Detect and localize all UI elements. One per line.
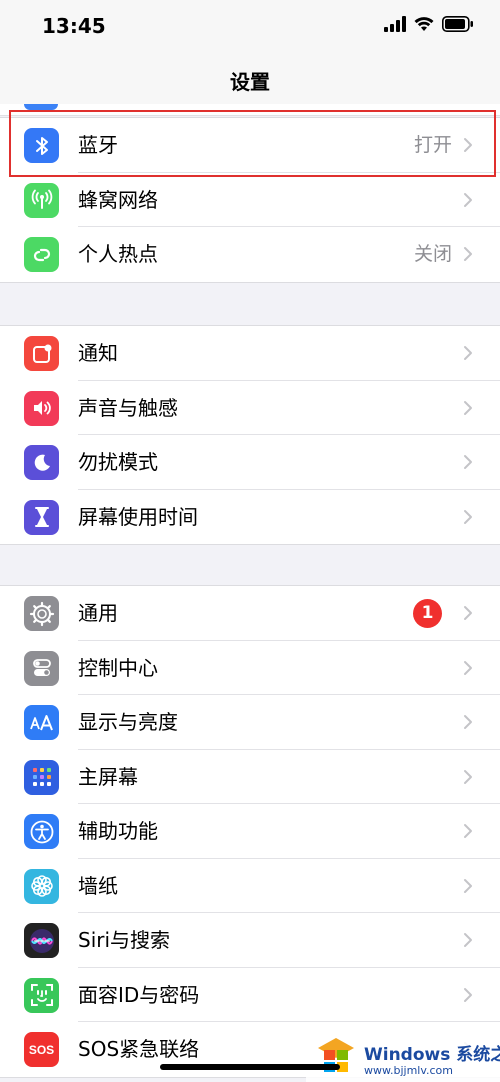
- windows-logo-icon: [318, 1038, 354, 1072]
- settings-item-value: 打开: [413, 134, 452, 156]
- settings-item-label: 墙纸: [78, 873, 118, 898]
- settings-item-general[interactable]: 通用 1: [0, 586, 500, 641]
- chevron-right-icon: [464, 933, 472, 947]
- chevron-right-icon: [464, 346, 472, 360]
- watermark-title: Windows 系统之家: [364, 1045, 500, 1065]
- toggles-icon: [24, 650, 59, 686]
- settings-group-connectivity: 蓝牙 打开 蜂窝网络 个人热点 关闭: [0, 117, 500, 283]
- status-time: 13:45: [42, 14, 106, 38]
- settings-group-notifications: 通知 声音与触感 勿扰模式 屏幕使用时间: [0, 325, 500, 545]
- settings-item-label: 面容ID与密码: [78, 982, 200, 1007]
- settings-item-screen-time[interactable]: 屏幕使用时间: [0, 490, 500, 545]
- settings-item-value: 关闭: [413, 243, 452, 265]
- sos-icon: SOS: [24, 1032, 59, 1067]
- settings-group-general: 通用 1 控制中心 显示与亮度 主屏幕 辅助功能 墙纸 Siri与搜索 面容ID…: [0, 585, 500, 1078]
- status-bar: 13:45: [0, 0, 500, 54]
- settings-item-siri[interactable]: Siri与搜索: [0, 913, 500, 968]
- notifications-icon: [24, 336, 59, 371]
- settings-item-control-center[interactable]: 控制中心: [0, 641, 500, 695]
- notification-badge: 1: [413, 599, 442, 628]
- settings-item-label: 屏幕使用时间: [78, 504, 198, 529]
- home-screen-icon: [24, 759, 59, 795]
- settings-item-label: 蜂窝网络: [78, 187, 158, 212]
- settings-item-accessibility[interactable]: 辅助功能: [0, 804, 500, 859]
- partial-list-item[interactable]: [0, 104, 500, 116]
- bluetooth-icon: [24, 128, 59, 163]
- settings-item-face-id[interactable]: 面容ID与密码: [0, 968, 500, 1022]
- watermark-url: www.bjjmlv.com: [364, 1064, 453, 1077]
- settings-item-display[interactable]: 显示与亮度: [0, 695, 500, 750]
- hotspot-icon: [24, 237, 59, 272]
- chevron-right-icon: [464, 138, 472, 152]
- chevron-right-icon: [464, 247, 472, 261]
- wifi-icon: [414, 17, 434, 31]
- chevron-right-icon: [464, 660, 472, 675]
- home-indicator[interactable]: [160, 1064, 340, 1070]
- chevron-right-icon: [464, 455, 472, 469]
- sos-icon-text: SOS: [28, 1042, 55, 1057]
- settings-item-label: 勿扰模式: [78, 450, 158, 474]
- settings-item-label: Siri与搜索: [78, 928, 171, 952]
- chevron-right-icon: [464, 715, 472, 729]
- chevron-right-icon: [464, 878, 472, 893]
- settings-item-do-not-disturb[interactable]: 勿扰模式: [0, 435, 500, 490]
- text-size-icon: [24, 705, 59, 740]
- siri-icon: [24, 923, 59, 958]
- face-id-icon: [24, 977, 59, 1013]
- settings-item-notifications[interactable]: 通知: [0, 326, 500, 381]
- settings-item-label: 辅助功能: [78, 819, 158, 843]
- accessibility-icon: [24, 814, 59, 849]
- cellular-signal-icon: [384, 16, 406, 32]
- settings-item-label: 个人热点: [78, 242, 158, 266]
- settings-item-wallpaper[interactable]: 墙纸: [0, 859, 500, 913]
- status-icons: [384, 16, 474, 32]
- gear-icon: [24, 596, 59, 631]
- chevron-right-icon: [464, 769, 472, 784]
- settings-item-cellular[interactable]: 蜂窝网络: [0, 173, 500, 227]
- hourglass-icon: [24, 499, 59, 535]
- partial-app-icon: [24, 104, 58, 110]
- settings-item-hotspot[interactable]: 个人热点 关闭: [0, 227, 500, 282]
- settings-item-label: 通用: [78, 601, 118, 625]
- chevron-right-icon: [464, 824, 472, 838]
- sound-icon: [24, 390, 59, 426]
- chevron-right-icon: [464, 987, 472, 1002]
- settings-item-bluetooth[interactable]: 蓝牙 打开: [0, 118, 500, 173]
- settings-item-sounds[interactable]: 声音与触感: [0, 381, 500, 435]
- chevron-right-icon: [464, 192, 472, 207]
- page-title: 设置: [230, 70, 270, 94]
- nav-bar: 设置: [0, 54, 500, 104]
- settings-item-label: 控制中心: [78, 655, 158, 680]
- settings-item-home-screen[interactable]: 主屏幕: [0, 750, 500, 804]
- chevron-right-icon: [464, 509, 472, 524]
- cellular-icon: [24, 182, 59, 218]
- watermark: Windows 系统之家 www.bjjmlv.com: [306, 1030, 500, 1082]
- settings-item-label: 主屏幕: [78, 764, 138, 789]
- settings-item-label: 蓝牙: [78, 133, 118, 157]
- chevron-right-icon: [464, 606, 472, 620]
- moon-icon: [24, 445, 59, 480]
- wallpaper-icon: [24, 868, 59, 904]
- settings-item-label: 声音与触感: [78, 395, 178, 420]
- settings-item-label: 显示与亮度: [78, 710, 178, 734]
- settings-item-label: 通知: [78, 341, 118, 365]
- battery-icon: [442, 16, 473, 32]
- chevron-right-icon: [464, 400, 472, 415]
